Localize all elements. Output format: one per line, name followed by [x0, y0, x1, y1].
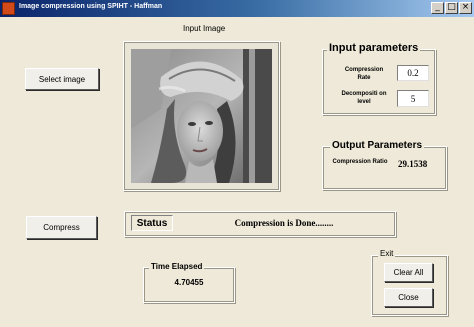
- input-image: [131, 49, 272, 183]
- compression-ratio-label: Compression Ratio: [332, 159, 388, 165]
- compression-ratio-value: 29.1538: [398, 159, 428, 169]
- minimize-icon[interactable]: _: [431, 2, 444, 14]
- input-image-label: Input Image: [183, 24, 226, 33]
- close-label: Close: [398, 293, 419, 302]
- window-title: Image compression using SPIHT - Haffman: [19, 3, 163, 10]
- maximize-icon[interactable]: □: [445, 2, 458, 14]
- compress-button[interactable]: Compress: [26, 216, 97, 239]
- compress-label: Compress: [43, 223, 80, 232]
- input-parameters-title: Input parameters: [327, 42, 421, 54]
- status-text: Compression is Done........: [234, 218, 334, 228]
- select-image-label: Select image: [38, 74, 86, 84]
- clear-all-label: Clear All: [393, 268, 424, 277]
- compression-rate-field[interactable]: 0.2: [397, 65, 429, 81]
- output-parameters-title: Output Parameters: [330, 140, 425, 151]
- exit-title: Exit: [378, 249, 396, 258]
- close-window-icon[interactable]: ×: [459, 2, 472, 14]
- select-image-button[interactable]: Select image: [25, 68, 99, 90]
- status-label: Status: [131, 215, 173, 231]
- decomposition-level-label: Decompositi on level: [341, 91, 387, 105]
- output-parameters-panel: [322, 146, 447, 190]
- time-elapsed-value: 4.70455: [174, 278, 204, 287]
- close-button[interactable]: Close: [384, 288, 433, 307]
- input-image-frame: [123, 41, 280, 191]
- matlab-figure-icon: [2, 2, 15, 15]
- decomposition-level-field[interactable]: 5: [397, 90, 429, 107]
- time-elapsed-title: Time Elapsed: [149, 262, 205, 271]
- compression-rate-label: Compression Rate: [344, 67, 384, 81]
- clear-all-button[interactable]: Clear All: [384, 263, 433, 282]
- title-bar: Image compression using SPIHT - Haffman …: [0, 0, 474, 17]
